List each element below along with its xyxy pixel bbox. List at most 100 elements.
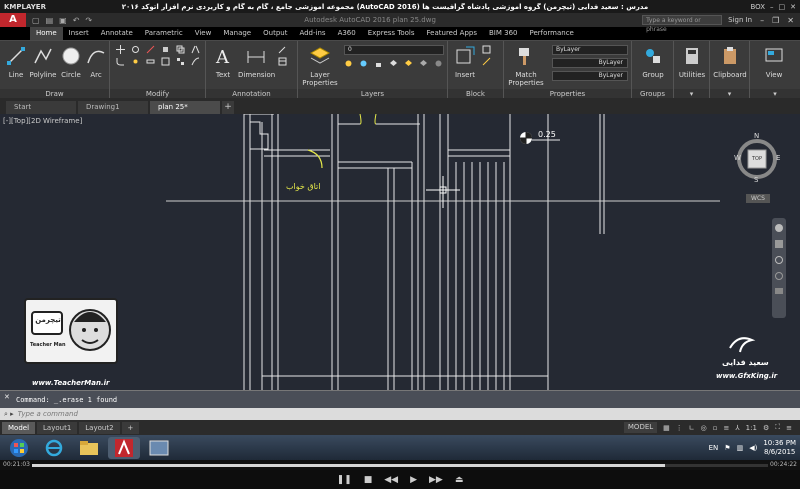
kmplayer-taskbar-icon[interactable] [143, 437, 175, 459]
layer-previous-icon[interactable] [419, 59, 428, 68]
showmotion-icon[interactable] [775, 288, 783, 294]
command-customize-icon[interactable]: ⌕ ▸ [0, 410, 18, 419]
scale-icon[interactable] [161, 57, 170, 66]
internet-explorer-icon[interactable] [38, 437, 70, 459]
tab-view[interactable]: View [189, 27, 218, 40]
rotate-icon[interactable] [131, 45, 140, 54]
layer-iso-icon[interactable] [389, 59, 398, 68]
pan-icon[interactable] [775, 240, 783, 248]
model-space-button[interactable]: MODEL [623, 422, 658, 433]
play-icon[interactable]: ▶ [410, 475, 417, 485]
dimension-tool[interactable]: Dimension [238, 45, 275, 79]
layer-lock-icon[interactable] [374, 59, 383, 68]
stretch-icon[interactable] [146, 57, 155, 66]
wcs-button[interactable]: WCS [746, 194, 770, 203]
tab-a360[interactable]: A360 [332, 27, 362, 40]
line-tool[interactable]: Line [4, 45, 28, 79]
move-icon[interactable] [116, 45, 125, 54]
circle-tool[interactable]: Circle [58, 45, 84, 79]
tab-manage[interactable]: Manage [217, 27, 257, 40]
lineweight-icon[interactable]: ≡ [724, 424, 730, 432]
fillet-icon[interactable] [116, 57, 125, 66]
explode-icon[interactable] [131, 57, 140, 66]
customize-icon[interactable]: ≡ [786, 424, 792, 432]
tab-performance[interactable]: Performance [523, 27, 579, 40]
kmplayer-seek-bar[interactable]: 00:21:03 00:24:22 [0, 460, 800, 470]
command-close-icon[interactable]: ✕ [4, 393, 10, 401]
full-navigation-wheel-icon[interactable] [775, 224, 783, 232]
save-icon[interactable]: ▣ [59, 16, 67, 25]
viewcube[interactable]: TOP N S W E [734, 132, 780, 184]
viewcube-west[interactable]: W [734, 154, 741, 162]
network-icon[interactable]: ▥ [737, 444, 744, 452]
edit-block-icon[interactable] [482, 57, 491, 66]
layer-properties-tool[interactable]: Layer Properties [302, 45, 338, 87]
previous-icon[interactable]: ◀◀ [384, 475, 398, 485]
trim-icon[interactable] [146, 45, 155, 54]
close-icon[interactable]: ✕ [787, 16, 794, 25]
new-tab-button[interactable]: + [222, 101, 234, 114]
flag-icon[interactable]: ⚑ [724, 444, 730, 452]
search-input[interactable]: Type a keyword or phrase [642, 15, 723, 33]
windows-start-icon[interactable] [3, 437, 35, 459]
layer-freeze-icon[interactable] [359, 59, 368, 68]
kmplayer-close-icon[interactable]: ✕ [790, 3, 796, 11]
kmplayer-maximize-icon[interactable]: □ [779, 3, 786, 11]
stop-icon[interactable]: ■ [364, 475, 373, 485]
insert-tool[interactable]: Insert [452, 45, 478, 79]
sign-in-button[interactable]: Sign In [728, 16, 752, 24]
ortho-icon[interactable]: ∟ [689, 424, 695, 432]
viewcube-top-face[interactable]: TOP [748, 156, 766, 162]
table-icon[interactable] [278, 57, 287, 66]
add-layout-button[interactable]: + [121, 421, 140, 434]
fullscreen-icon[interactable]: ⛶ [775, 423, 780, 432]
annotation-scale-icon[interactable]: ⅄ [735, 424, 739, 432]
copy-icon[interactable] [176, 45, 185, 54]
tab-featured-apps[interactable]: Featured Apps [421, 27, 483, 40]
file-tab-start[interactable]: Start [6, 101, 76, 114]
zoom-icon[interactable] [775, 256, 783, 264]
tab-annotate[interactable]: Annotate [95, 27, 139, 40]
redo-icon[interactable]: ↷ [85, 16, 92, 25]
layer-dropdown[interactable]: 0 [344, 45, 444, 55]
undo-icon[interactable]: ↶ [73, 16, 80, 25]
tab-express-tools[interactable]: Express Tools [362, 27, 421, 40]
mirror-icon[interactable] [191, 45, 200, 54]
viewcube-north[interactable]: N [754, 132, 759, 140]
text-tool[interactable]: A Text [212, 45, 234, 79]
group-tool[interactable]: Group [638, 45, 668, 79]
polyline-tool[interactable]: Polyline [28, 45, 58, 79]
lineweight-dropdown[interactable]: ByLayer [552, 71, 628, 81]
color-dropdown[interactable]: ByLayer [552, 45, 628, 55]
offset-icon[interactable] [191, 57, 200, 66]
viewcube-east[interactable]: E [776, 154, 780, 162]
arc-tool[interactable]: Arc [84, 45, 108, 79]
layout-tab-model[interactable]: Model [2, 421, 36, 434]
tab-output[interactable]: Output [257, 27, 293, 40]
clipboard-tool[interactable]: Clipboard [712, 45, 748, 79]
create-block-icon[interactable] [482, 45, 491, 54]
polar-icon[interactable]: ◎ [701, 424, 707, 432]
grid-icon[interactable]: ▦ [663, 424, 670, 432]
erase-icon[interactable] [161, 45, 170, 54]
next-icon[interactable]: ▶▶ [429, 475, 443, 485]
annotation-scale-value[interactable]: 1:1 [746, 424, 757, 432]
language-indicator[interactable]: EN [709, 444, 719, 452]
osnap-icon[interactable]: ▫ [713, 424, 718, 432]
autocad-taskbar-icon[interactable] [108, 436, 140, 459]
layer-off-icon[interactable] [434, 59, 443, 68]
leader-icon[interactable] [278, 45, 287, 54]
tab-add-ins[interactable]: Add-ins [293, 27, 331, 40]
layout-tab-layout2[interactable]: Layout2 [79, 421, 120, 434]
snap-icon[interactable]: ⋮ [676, 424, 683, 432]
layout-tab-layout1[interactable]: Layout1 [37, 421, 78, 434]
volume-icon[interactable]: ◀) [749, 444, 757, 452]
kmplayer-minimize-icon[interactable]: – [770, 3, 774, 11]
linetype-dropdown[interactable]: ByLayer [552, 58, 628, 68]
eject-icon[interactable]: ⏏ [455, 475, 464, 485]
command-line[interactable]: ⌕ ▸ Type a command [0, 408, 800, 420]
command-input[interactable]: Type a command [18, 410, 78, 418]
minimize-icon[interactable]: – [760, 16, 764, 25]
tab-bim360[interactable]: BIM 360 [483, 27, 524, 40]
view-tool[interactable]: View [758, 45, 790, 79]
